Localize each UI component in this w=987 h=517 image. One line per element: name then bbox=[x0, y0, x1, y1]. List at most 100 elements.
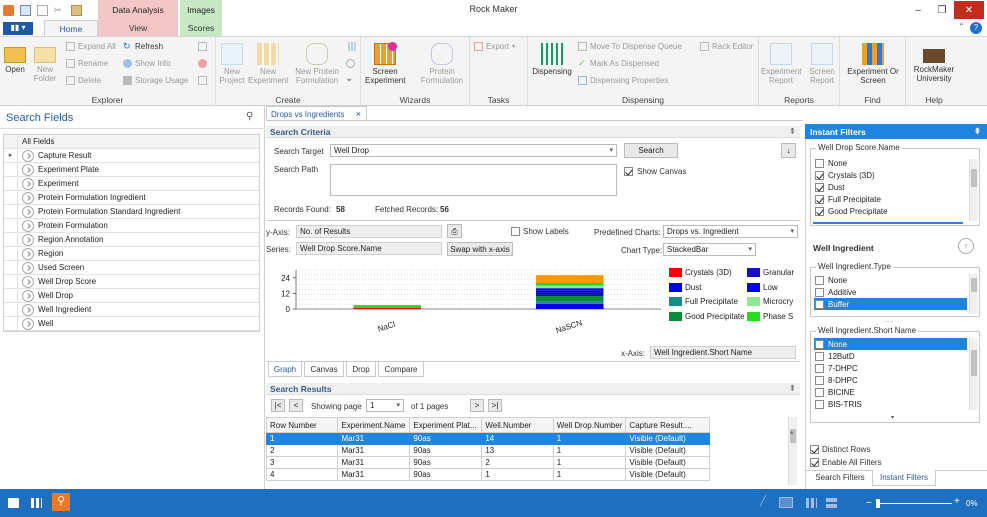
tab-view[interactable]: View bbox=[98, 20, 178, 36]
zoom-in-icon[interactable]: + bbox=[954, 496, 960, 507]
next-page-button[interactable]: > bbox=[470, 399, 484, 412]
filter-item[interactable]: Full Precipitate bbox=[814, 193, 967, 205]
swap-with-xaxis-button[interactable]: Swap with x-axis bbox=[447, 242, 513, 256]
new-experiment-button[interactable]: New Experiment bbox=[248, 43, 288, 85]
expand-icon[interactable] bbox=[22, 177, 34, 190]
rack-editor-button[interactable]: Rack Editor bbox=[700, 42, 753, 51]
filter-checkbox[interactable] bbox=[815, 375, 824, 385]
panel-pin-icon[interactable]: ⇞ bbox=[789, 126, 796, 137]
filter-formulation-button[interactable]: ⏷ bbox=[346, 76, 355, 85]
pin-icon[interactable]: ⇞ bbox=[974, 126, 981, 137]
tab-instant-filters[interactable]: Instant Filters bbox=[872, 470, 936, 486]
zoom-out-icon[interactable]: – bbox=[866, 497, 872, 508]
filter-item[interactable]: Additive bbox=[814, 286, 967, 298]
filter-checkbox[interactable] bbox=[815, 194, 824, 204]
expand-icon[interactable] bbox=[22, 163, 34, 176]
expand-all-button[interactable]: Expand All bbox=[66, 42, 116, 51]
filter-item[interactable]: None bbox=[814, 274, 967, 286]
tab-search-filters[interactable]: Search Filters bbox=[810, 473, 870, 482]
filter-checkbox[interactable] bbox=[815, 399, 824, 409]
xaxis-field[interactable]: Well Ingredient.Short Name bbox=[650, 346, 796, 359]
filter-checkbox[interactable] bbox=[815, 182, 824, 192]
filter-checkbox[interactable] bbox=[815, 351, 824, 361]
expand-icon[interactable] bbox=[22, 317, 34, 330]
tab-graph[interactable]: Graph bbox=[268, 362, 302, 377]
mark-as-dispensed-button[interactable]: ✓ Mark As Dispensed bbox=[578, 59, 659, 69]
filter-checkbox[interactable] bbox=[815, 275, 824, 285]
file-tab[interactable]: ▮▮ ▾ bbox=[3, 22, 33, 35]
column-header[interactable]: Capture Result.... bbox=[625, 417, 710, 433]
short-name-scrollbar[interactable] bbox=[969, 338, 978, 410]
tree-item[interactable]: Experiment bbox=[4, 176, 259, 191]
expand-icon[interactable] bbox=[22, 289, 34, 302]
expand-icon[interactable] bbox=[22, 261, 34, 274]
ribbon-collapse-icon[interactable]: ⌃ bbox=[958, 22, 965, 31]
tree-item[interactable]: Well bbox=[4, 316, 259, 331]
tree-item[interactable]: Protein Formulation bbox=[4, 218, 259, 233]
filter-item[interactable]: 12ButD bbox=[814, 350, 967, 362]
filter-item[interactable]: Buffer bbox=[814, 298, 967, 310]
context-tab-images[interactable]: Images bbox=[180, 0, 222, 20]
filters-hscroll-icon[interactable] bbox=[790, 428, 800, 438]
expand-icon[interactable] bbox=[22, 191, 34, 204]
table-row[interactable]: 1 Mar31 90as 14 1 Visible (Default) bbox=[265, 432, 710, 445]
tab-canvas[interactable]: Canvas bbox=[304, 362, 344, 377]
screen-report-button[interactable]: Screen Report bbox=[807, 43, 837, 85]
print-button[interactable] bbox=[198, 42, 207, 51]
search-button[interactable]: Search bbox=[624, 143, 678, 158]
columns-icon[interactable] bbox=[806, 498, 817, 508]
column-header[interactable]: Row Number bbox=[265, 417, 339, 433]
grid-view-icon[interactable] bbox=[826, 498, 837, 508]
enable-all-filters-checkbox[interactable] bbox=[810, 458, 819, 467]
experiment-or-screen-button[interactable]: Experiment Or Screen bbox=[843, 43, 903, 85]
tree-item[interactable]: ▸ Capture Result bbox=[4, 148, 259, 163]
distinct-rows-checkbox[interactable] bbox=[810, 445, 819, 454]
yaxis-field[interactable]: No. of Results bbox=[296, 225, 442, 238]
zoom-slider[interactable] bbox=[876, 503, 952, 504]
tree-item[interactable]: Used Screen bbox=[4, 260, 259, 275]
filter-checkbox[interactable] bbox=[815, 206, 824, 216]
table-row[interactable]: 4 Mar31 90as 1 1 Visible (Default) bbox=[265, 468, 710, 481]
tag-button[interactable] bbox=[198, 59, 207, 68]
open-button[interactable]: Open bbox=[3, 43, 27, 74]
filter-item[interactable]: 7-DHPC bbox=[814, 362, 967, 374]
experiment-report-button[interactable]: Experiment Report bbox=[761, 43, 801, 85]
tiles-icon[interactable] bbox=[31, 498, 42, 508]
new-project-button[interactable]: New Project bbox=[218, 43, 246, 85]
rename-button[interactable]: Rename bbox=[66, 59, 108, 68]
tab-home[interactable]: Home bbox=[44, 20, 98, 36]
tree-item[interactable]: Protein Formulation Ingredient bbox=[4, 190, 259, 205]
dispensing-button[interactable]: Dispensing bbox=[530, 43, 574, 76]
filter-item[interactable]: None bbox=[814, 157, 967, 169]
collapse-up-icon[interactable]: ↑ bbox=[958, 238, 974, 254]
download-icon[interactable]: ↓ bbox=[781, 143, 796, 158]
expand-list-icon[interactable]: ▾ bbox=[891, 414, 894, 421]
table-row[interactable]: 2 Mar31 90as 13 1 Visible (Default) bbox=[265, 444, 710, 457]
tree-item[interactable]: Well Ingredient bbox=[4, 302, 259, 317]
filter-checkbox[interactable] bbox=[815, 170, 824, 180]
expand-icon[interactable] bbox=[22, 149, 34, 162]
tab-drops-vs-ingredients[interactable]: Drops vs Ingredients × bbox=[266, 106, 367, 121]
score-scrollbar[interactable] bbox=[969, 159, 978, 221]
page-number-dropdown[interactable]: 1 ▾ bbox=[366, 399, 404, 412]
expand-icon[interactable] bbox=[22, 233, 34, 246]
tab-drop[interactable]: Drop bbox=[346, 362, 376, 377]
protein-formulation-wizard-button[interactable]: Protein Formulation bbox=[419, 43, 465, 85]
filter-item[interactable]: Dust bbox=[814, 181, 967, 193]
image-view-icon[interactable] bbox=[779, 497, 793, 508]
splitter-dots[interactable]: ..... bbox=[884, 317, 894, 324]
filter-item[interactable]: BICINE bbox=[814, 386, 967, 398]
show-labels-checkbox[interactable] bbox=[511, 227, 520, 236]
expand-icon[interactable] bbox=[22, 275, 34, 288]
folder-icon[interactable] bbox=[8, 498, 19, 508]
first-page-button[interactable]: |< bbox=[271, 399, 285, 412]
column-header[interactable]: Well Drop.Number bbox=[552, 417, 627, 433]
column-header[interactable]: Experiment Plat... bbox=[409, 417, 483, 433]
tree-item[interactable]: Well Drop bbox=[4, 288, 259, 303]
zoom-slider-thumb[interactable] bbox=[876, 499, 880, 508]
predefined-charts-dropdown[interactable]: Drops vs. Ingredient ▾ bbox=[663, 225, 798, 238]
restore-icon[interactable]: ❐ bbox=[930, 0, 954, 20]
close-tab-icon[interactable]: × bbox=[356, 109, 361, 119]
last-page-button[interactable]: >| bbox=[488, 399, 502, 412]
expand-icon[interactable] bbox=[22, 219, 34, 232]
